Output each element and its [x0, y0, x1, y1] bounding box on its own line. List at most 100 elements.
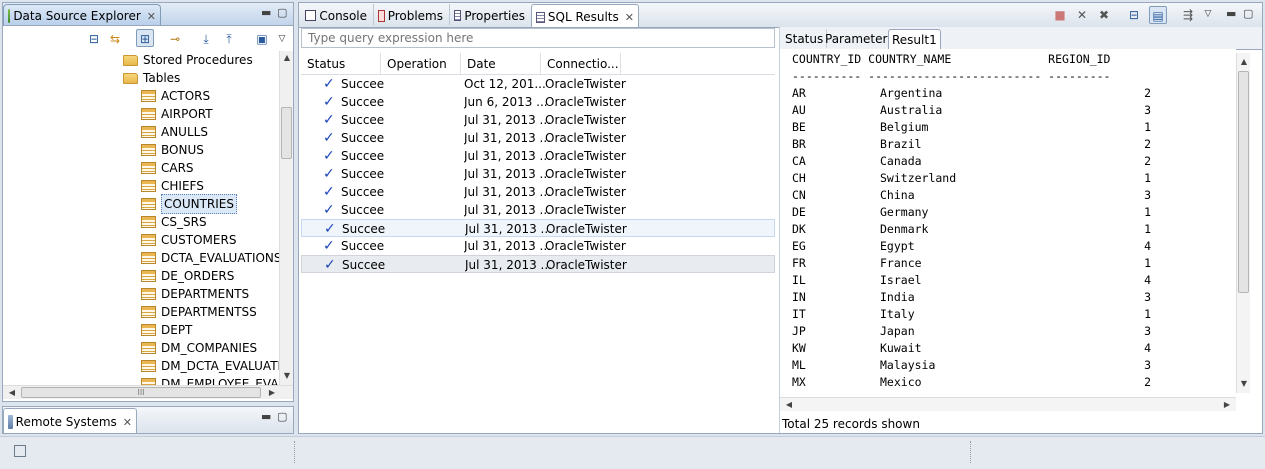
history-row[interactable]: ✓ Succee Jul 31, 2013 ... OracleTwister — [301, 165, 775, 183]
maximize-icon[interactable]: ▢ — [1243, 7, 1253, 20]
tree-item[interactable]: DM_COMPANIES — [141, 339, 257, 357]
tree-item[interactable]: BONUS — [141, 141, 204, 159]
import-icon[interactable]: ⤓ — [197, 30, 215, 48]
history-row[interactable]: ✓ Succee Jun 6, 2013 ... OracleTwister — [301, 93, 775, 111]
tab-sql-results[interactable]: SQL Results ✕ — [531, 4, 639, 27]
close-icon[interactable]: ✕ — [123, 416, 132, 429]
text-mode-icon[interactable]: ▤ — [1149, 6, 1167, 24]
explorer-tree: Stored Procedures Tables ACTORS AIRPORT ANUL… — [3, 51, 279, 385]
collapse-all-icon[interactable]: ⊟ — [85, 30, 103, 48]
connect-icon[interactable]: ⊸ — [166, 30, 184, 48]
tree-item-label: DEPT — [161, 323, 193, 337]
minimize-icon[interactable]: ▬ — [261, 6, 271, 19]
history-row[interactable]: ✓ Succee Jul 31, 2013 ... OracleTwister — [301, 201, 775, 219]
tab-remote-systems[interactable]: Remote Systems ✕ — [3, 408, 137, 433]
history-row[interactable]: ✓ Succee Jul 31, 2013 ... OracleTwister — [301, 129, 775, 147]
result-cell-name: Canada — [880, 154, 922, 168]
tab-parameters[interactable]: Parameters — [822, 29, 898, 48]
layout-icon[interactable]: ⊟ — [1125, 6, 1143, 24]
history-row[interactable]: ✓ Succee Jul 31, 2013 ... OracleTwister — [301, 183, 775, 201]
table-icon — [141, 324, 156, 336]
tree-item[interactable]: CUSTOMERS — [141, 231, 236, 249]
pin-icon[interactable]: ⇶ — [1179, 6, 1197, 24]
tree-item-label: COUNTRIES — [161, 194, 237, 214]
scroll-up-icon[interactable]: ▲ — [280, 51, 294, 65]
result-cell-name: Israel — [880, 273, 922, 287]
tree-item[interactable]: DM_EMPLOYEE_EVAL — [141, 375, 279, 385]
cell-connection: OracleTwister — [545, 77, 626, 91]
tab-data-source-explorer[interactable]: Data Source Explorer ✕ — [3, 4, 161, 25]
tree-item[interactable]: ANULLS — [141, 123, 208, 141]
column-operation[interactable]: Operation — [381, 53, 461, 75]
maximize-icon[interactable]: ▢ — [277, 410, 287, 423]
save-icon[interactable]: ▣ — [253, 30, 271, 48]
explorer-vscrollbar[interactable]: ▲ ▼ — [279, 51, 293, 385]
export-icon[interactable]: ⤒ — [220, 30, 238, 48]
result-cell-id: EG — [792, 239, 806, 253]
scroll-right-icon[interactable]: ▶ — [265, 386, 279, 400]
tree-item[interactable]: ACTORS — [141, 87, 210, 105]
tree-item[interactable]: Stored Procedures — [123, 51, 253, 69]
tab-problems[interactable]: Problems — [373, 4, 447, 25]
scroll-up-icon[interactable]: ▲ — [1237, 55, 1251, 69]
minimize-icon[interactable]: ▬ — [1226, 7, 1236, 20]
fast-view-icon[interactable] — [14, 445, 26, 457]
tab-result1[interactable]: Result1 — [888, 29, 941, 49]
history-row[interactable]: ✓ Succee Jul 31, 2013 ... OracleTwister — [301, 255, 775, 273]
minimize-icon[interactable]: ▬ — [261, 410, 271, 423]
tree-item-label: AIRPORT — [161, 107, 213, 121]
scroll-left-icon[interactable]: ◀ — [5, 386, 19, 400]
scroll-left-icon[interactable]: ◀ — [782, 398, 796, 412]
tree-item[interactable]: DEPARTMENTSS — [141, 303, 257, 321]
history-row[interactable]: ✓ Succee Jul 31, 2013 ... OracleTwister — [301, 237, 775, 255]
tree-item[interactable]: Tables — [123, 69, 180, 87]
remove-all-icon[interactable]: ✖ — [1095, 6, 1113, 24]
scroll-down-icon[interactable]: ▼ — [1237, 377, 1251, 391]
result-cell-region: 3 — [1144, 358, 1151, 372]
result-cell-region: 1 — [1144, 256, 1151, 270]
tree-item[interactable]: CS_SRS — [141, 213, 207, 231]
tree-item[interactable]: DEPARTMENTS — [141, 285, 249, 303]
hscroll-thumb[interactable]: III — [21, 387, 261, 398]
tree-item[interactable]: DE_ORDERS — [141, 267, 234, 285]
tree-item[interactable]: COUNTRIES — [141, 194, 237, 214]
tab-console[interactable]: Console — [301, 4, 371, 25]
result-text[interactable]: COUNTRY_ID COUNTRY_NAME REGION_ID ------… — [780, 49, 1236, 397]
history-row[interactable]: ✓ Succee Jul 31, 2013 ... OracleTwister — [301, 147, 775, 165]
view-menu-icon[interactable]: ▽ — [273, 30, 291, 48]
view-menu-icon[interactable]: ▽ — [1199, 5, 1217, 23]
close-icon[interactable]: ✕ — [625, 11, 634, 24]
history-row[interactable]: ✓ Succee Jul 31, 2013 ... OracleTwister — [301, 111, 775, 129]
flat-layout-icon[interactable]: ⊞ — [136, 29, 154, 47]
column-date[interactable]: Date — [461, 53, 541, 75]
tab-properties[interactable]: Properties — [449, 4, 529, 25]
tree-item[interactable]: AIRPORT — [141, 105, 213, 123]
scroll-thumb[interactable] — [281, 107, 292, 159]
history-row[interactable]: ✓ Succee Jul 31, 2013 ... OracleTwister — [301, 219, 775, 237]
tab-status[interactable]: Status — [782, 29, 828, 48]
tree-item[interactable]: DEPT — [141, 321, 192, 339]
tree-item[interactable]: CARS — [141, 159, 194, 177]
filter-input[interactable] — [301, 28, 775, 48]
column-connection[interactable]: Connectio... — [541, 53, 621, 75]
column-status[interactable]: Status — [301, 53, 381, 75]
scroll-down-icon[interactable]: ▼ — [280, 369, 294, 383]
tree-item[interactable]: DM_DCTA_EVALUATI — [141, 357, 279, 375]
tree-item-label: CARS — [161, 161, 194, 175]
result-hscrollbar[interactable]: ◀ ▶ — [780, 397, 1236, 411]
tree-item[interactable]: DCTA_EVALUATIONS — [141, 249, 279, 267]
close-icon[interactable]: ✕ — [147, 10, 156, 23]
stop-icon[interactable]: ■ — [1051, 6, 1069, 24]
remove-icon[interactable]: ✕ — [1073, 6, 1091, 24]
tree-item[interactable]: CHIEFS — [141, 177, 204, 195]
link-editor-icon[interactable]: ⇆ — [106, 30, 124, 48]
scroll-right-icon[interactable]: ▶ — [1220, 398, 1234, 412]
maximize-icon[interactable]: ▢ — [277, 6, 287, 19]
result-cell-region: 1 — [1144, 171, 1151, 185]
explorer-hscrollbar[interactable]: ◀ III ▶ — [3, 385, 293, 399]
history-row[interactable]: ✓ Succee Oct 12, 201... OracleTwister — [301, 75, 775, 93]
scroll-thumb[interactable] — [1238, 71, 1249, 293]
data-source-explorer-panel: Data Source Explorer ✕ ▬ ▢ ⊟ ⇆ ⊞ ⊸ ⤓ ⤒ ▣… — [2, 2, 294, 402]
result-vscrollbar[interactable]: ▲ ▼ — [1236, 53, 1250, 393]
tree-item-label: Stored Procedures — [143, 53, 253, 67]
